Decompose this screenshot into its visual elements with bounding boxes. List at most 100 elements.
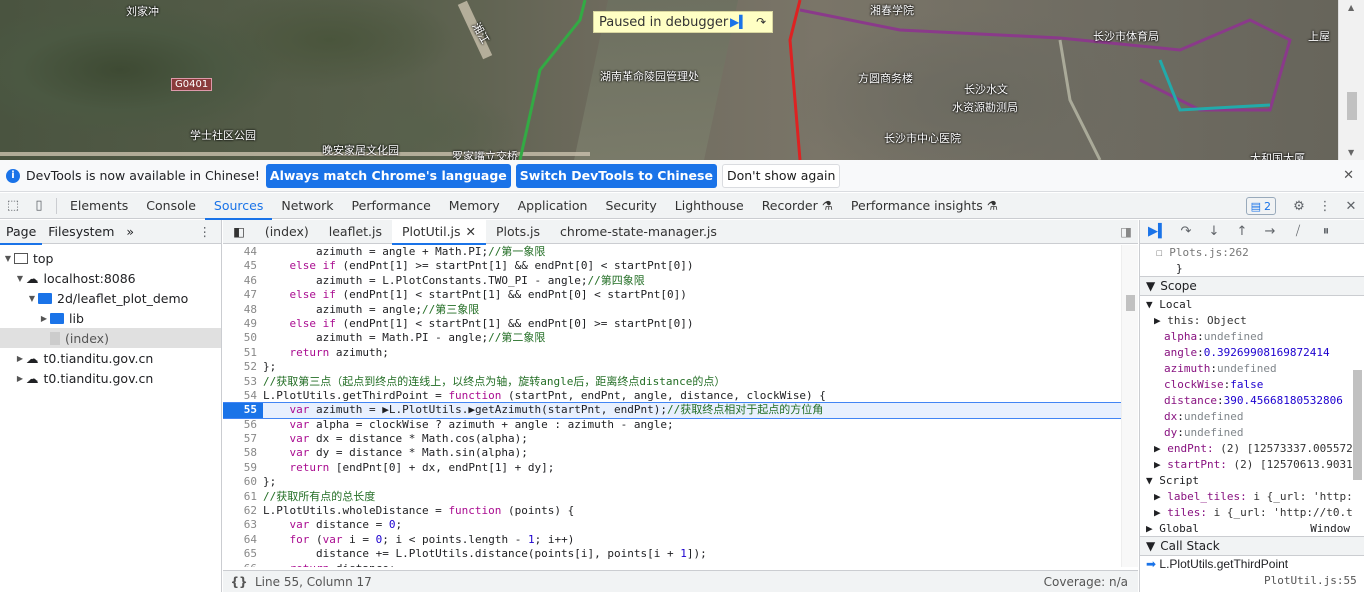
tab-memory[interactable]: Memory	[440, 193, 509, 219]
tab-network[interactable]: Network	[272, 193, 342, 219]
line-number[interactable]: 52	[223, 360, 263, 374]
editor-scrollbar[interactable]	[1121, 245, 1138, 567]
line-number[interactable]: 61	[223, 490, 263, 504]
scroll-thumb[interactable]	[1347, 92, 1357, 120]
step-into-icon[interactable]: ↓	[1202, 222, 1226, 242]
expand-icon[interactable]: ▼	[26, 294, 38, 303]
scope-variable[interactable]: alpha: undefined	[1140, 328, 1364, 344]
code-line[interactable]: 55 var azimuth = ▶L.PlotUtils.▶getAzimut…	[223, 402, 1121, 419]
step-over-icon[interactable]: ↷	[1174, 222, 1198, 242]
pause-exceptions-icon[interactable]: ⏸	[1314, 222, 1338, 242]
tiles-entry[interactable]: ▶ tiles: i {_url: 'http://t0.t	[1140, 504, 1364, 520]
script-scope[interactable]: ▼ Script	[1140, 472, 1364, 488]
line-number[interactable]: 45	[223, 259, 263, 273]
scope-variable[interactable]: dy: undefined	[1140, 424, 1364, 440]
step-icon[interactable]: →	[1258, 222, 1282, 242]
line-number[interactable]: 62	[223, 504, 263, 518]
tree-item-index[interactable]: (index)	[0, 328, 221, 348]
code-line[interactable]: 44 azimuth = angle + Math.PI;//第一象限	[223, 245, 1121, 259]
code-line[interactable]: 46 azimuth = L.PlotConstants.TWO_PI - an…	[223, 274, 1121, 288]
close-icon[interactable]: ✕	[1343, 168, 1354, 183]
tab-console[interactable]: Console	[137, 193, 205, 219]
resume-icon[interactable]: ▶▍	[1146, 222, 1170, 242]
callstack-header[interactable]: ▼ Call Stack	[1140, 536, 1364, 556]
settings-gear-icon[interactable]: ⚙	[1286, 193, 1312, 219]
toggle-debugger-icon[interactable]: ◨	[1120, 224, 1132, 239]
code-line[interactable]: 58 var dy = distance * Math.sin(alpha);	[223, 446, 1121, 460]
breakpoint-item[interactable]: ☐ Plots.js:262	[1140, 244, 1364, 260]
line-number[interactable]: 49	[223, 317, 263, 331]
code-line[interactable]: 51 return azimuth;	[223, 346, 1121, 360]
device-toolbar-icon[interactable]: ▯	[26, 193, 52, 219]
code-line[interactable]: 61//获取所有点的总长度	[223, 490, 1121, 504]
tab-sources[interactable]: Sources	[204, 193, 273, 220]
dont-show-again-button[interactable]: Don't show again	[721, 163, 841, 188]
scroll-down-icon[interactable]: ▼	[1348, 148, 1354, 157]
expand-icon[interactable]: ▼	[14, 274, 26, 283]
line-number[interactable]: 59	[223, 461, 263, 475]
more-menu-icon[interactable]: ⋮	[1312, 193, 1338, 219]
tab-performance[interactable]: Performance	[343, 193, 440, 219]
line-number[interactable]: 55	[223, 403, 263, 418]
tree-item-tianditu[interactable]: ▶ ☁ t0.tianditu.gov.cn	[0, 368, 221, 388]
scroll-up-icon[interactable]: ▲	[1348, 3, 1354, 12]
code-line[interactable]: 48 azimuth = angle;//第三象限	[223, 303, 1121, 317]
collapse-icon[interactable]: ▶	[14, 354, 26, 363]
line-number[interactable]: 56	[223, 418, 263, 432]
code-line[interactable]: 49 else if (endPnt[1] < startPnt[1] && e…	[223, 317, 1121, 331]
code-line[interactable]: 59 return [endPnt[0] + dx, endPnt[1] + d…	[223, 461, 1121, 475]
code-line[interactable]: 65 distance += L.PlotUtils.distance(poin…	[223, 547, 1121, 561]
match-language-button[interactable]: Always match Chrome's language	[265, 163, 511, 188]
callstack-frame[interactable]: ➡ L.PlotUtils.getThirdPoint	[1140, 556, 1364, 572]
line-number[interactable]: 57	[223, 432, 263, 446]
line-number[interactable]: 63	[223, 518, 263, 532]
editor-tab-index[interactable]: (index)	[255, 220, 319, 244]
toggle-navigator-icon[interactable]: ◧	[223, 220, 255, 244]
line-number[interactable]: 53	[223, 375, 263, 389]
code-line[interactable]: 66 return distance;	[223, 562, 1121, 567]
switch-chinese-button[interactable]: Switch DevTools to Chinese	[515, 163, 717, 188]
tab-elements[interactable]: Elements	[61, 193, 137, 219]
code-line[interactable]: 64 for (var i = 0; i < points.length - 1…	[223, 533, 1121, 547]
this-entry[interactable]: ▶ this: Object	[1140, 312, 1364, 328]
line-number[interactable]: 54	[223, 389, 263, 403]
code-area[interactable]: 44 azimuth = angle + Math.PI;//第一象限 45 el…	[223, 245, 1121, 567]
close-tab-icon[interactable]: ✕	[466, 224, 476, 239]
code-line[interactable]: 47 else if (endPnt[1] < startPnt[1] && e…	[223, 288, 1121, 302]
tab-lighthouse[interactable]: Lighthouse	[666, 193, 753, 219]
tree-item-localhost[interactable]: ▼ ☁ localhost:8086	[0, 268, 221, 288]
code-line[interactable]: 56 var alpha = clockWise ? azimuth + ang…	[223, 418, 1121, 432]
startpnt-entry[interactable]: ▶ startPnt: (2) [12570613.9031	[1140, 456, 1364, 472]
editor-tab-leaflet[interactable]: leaflet.js	[319, 220, 392, 244]
code-line[interactable]: 63 var distance = 0;	[223, 518, 1121, 532]
close-devtools-icon[interactable]: ✕	[1338, 193, 1364, 219]
more-options-icon[interactable]: ⋮	[199, 224, 212, 239]
map-view[interactable]: 刘家冲 G0401 学士社区公园 晚安家居文化园 湖南革命陵园管理处 湘春学院 …	[0, 0, 1364, 160]
inspect-element-icon[interactable]: ⬚	[0, 193, 26, 219]
line-number[interactable]: 47	[223, 288, 263, 302]
page-scrollbar[interactable]: ▲ ▼	[1338, 0, 1364, 160]
line-number[interactable]: 44	[223, 245, 263, 259]
line-number[interactable]: 60	[223, 475, 263, 489]
scope-variable[interactable]: dx: undefined	[1140, 408, 1364, 424]
step-out-icon[interactable]: ↑	[1230, 222, 1254, 242]
line-number[interactable]: 51	[223, 346, 263, 360]
line-number[interactable]: 66	[223, 562, 263, 567]
editor-tab-chrome-state[interactable]: chrome-state-manager.js	[550, 220, 727, 244]
tab-filesystem[interactable]: Filesystem	[42, 220, 120, 244]
label-tiles-entry[interactable]: ▶ label_tiles: i {_url: 'http:	[1140, 488, 1364, 504]
collapse-icon[interactable]: ▶	[14, 374, 26, 383]
chevron-right-icon[interactable]: »	[120, 220, 140, 244]
pretty-print-icon[interactable]: {}	[223, 575, 255, 589]
line-number[interactable]: 65	[223, 547, 263, 561]
scope-variable[interactable]: azimuth: undefined	[1140, 360, 1364, 376]
issues-button[interactable]: ▤ 2	[1245, 197, 1276, 215]
line-number[interactable]: 58	[223, 446, 263, 460]
breakpoint-checkbox[interactable]: ☐	[1156, 246, 1163, 259]
code-line[interactable]: 45 else if (endPnt[1] >= startPnt[1] && …	[223, 259, 1121, 273]
tab-security[interactable]: Security	[596, 193, 665, 219]
line-number[interactable]: 64	[223, 533, 263, 547]
code-line[interactable]: 60};	[223, 475, 1121, 489]
tree-item-top[interactable]: ▼ top	[0, 248, 221, 268]
tree-item-tianditu[interactable]: ▶ ☁ t0.tianditu.gov.cn	[0, 348, 221, 368]
